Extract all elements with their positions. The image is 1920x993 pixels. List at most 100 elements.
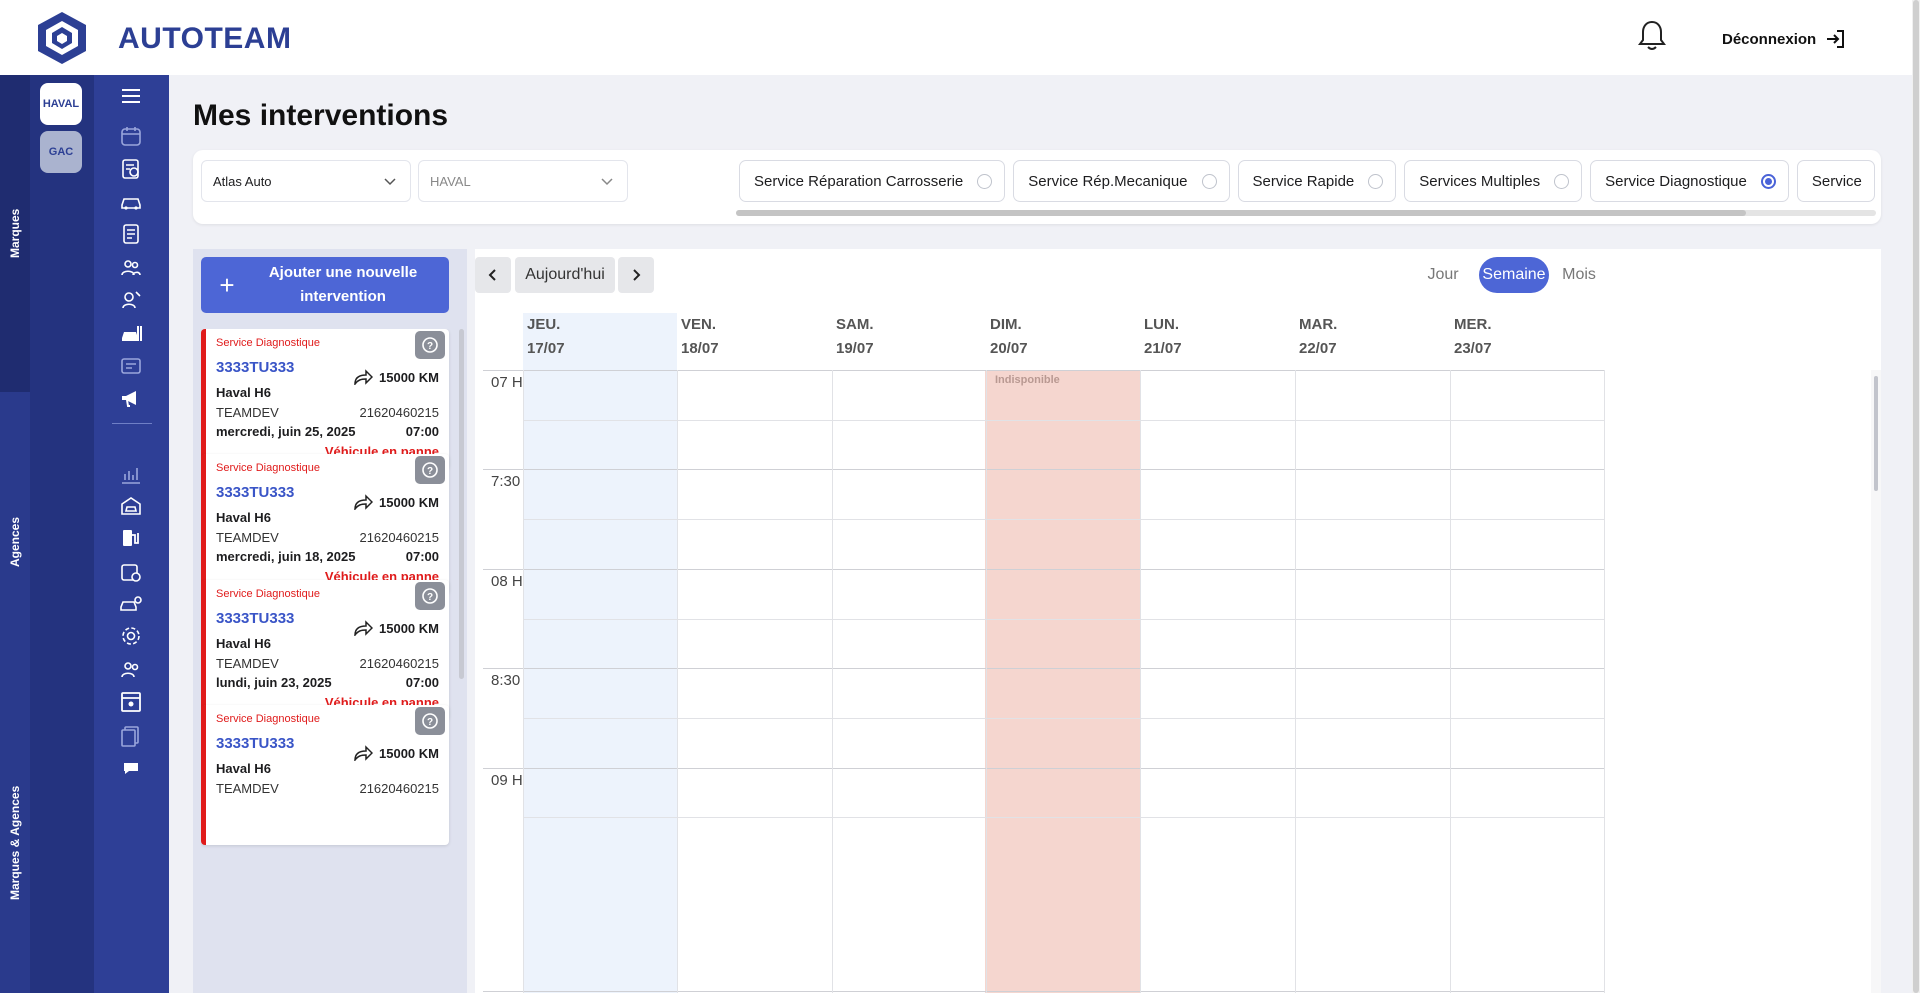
help-icon[interactable]: ? xyxy=(415,331,445,359)
intervention-card[interactable]: Service Diagnostique? 3333TU333 15000 KM Ha… xyxy=(201,329,449,469)
page-scrollbar[interactable] xyxy=(1912,0,1920,993)
day-header[interactable]: VEN. 18/07 xyxy=(681,313,719,361)
service-radio[interactable] xyxy=(1760,173,1776,189)
page-title: Mes interventions xyxy=(193,99,449,132)
day-date: 21/07 xyxy=(1144,340,1182,357)
fuel-pump-icon[interactable] xyxy=(118,525,144,551)
logout-button[interactable]: Déconnexion xyxy=(1722,28,1846,50)
calendar-refresh-icon[interactable] xyxy=(118,559,144,585)
share-arrow-icon xyxy=(354,620,374,636)
view-month-button[interactable]: Mois xyxy=(1555,257,1603,293)
service-chip[interactable]: Service Rép.Mecanique xyxy=(1013,160,1230,202)
brand-name: AUTOTEAM xyxy=(118,22,292,55)
gear-icon[interactable] xyxy=(118,623,144,649)
service-chip-label: Services Multiples xyxy=(1419,172,1541,190)
users-icon[interactable] xyxy=(118,255,144,281)
garage-icon[interactable] xyxy=(118,493,144,519)
menu-icon[interactable] xyxy=(118,83,144,109)
nav-divider xyxy=(112,423,152,424)
time-gridline xyxy=(523,817,1604,818)
card-km-value: 15000 KM xyxy=(379,494,439,510)
day-header[interactable]: MAR. 22/07 xyxy=(1299,313,1337,361)
brand-gac-button[interactable]: GAC xyxy=(40,131,82,173)
calendar-scrollbar[interactable] xyxy=(1874,376,1878,491)
day-name: VEN. xyxy=(681,316,717,333)
chat-icon[interactable] xyxy=(118,755,144,781)
card-model: Haval H6 xyxy=(216,636,271,651)
today-column-highlight xyxy=(523,313,677,993)
service-chips-scrollbar[interactable] xyxy=(736,210,1876,216)
invoice-icon[interactable] xyxy=(118,353,144,379)
service-chip[interactable]: Service Réparation Carrosserie xyxy=(739,160,1006,202)
service-chip[interactable]: Services Multiples xyxy=(1404,160,1583,202)
help-icon[interactable]: ? xyxy=(415,707,445,735)
add-intervention-button[interactable]: + Ajouter une nouvelle intervention xyxy=(201,257,449,313)
day-date: 19/07 xyxy=(836,340,874,357)
service-chip-label: Service Réparation Carrosserie xyxy=(754,172,964,190)
card-date: mercredi, juin 18, 2025 xyxy=(216,549,356,564)
documents-icon[interactable] xyxy=(118,723,144,749)
main-content: Mes interventions Atlas Auto HAVAL Servi… xyxy=(169,75,1912,993)
hour-label: 08 H xyxy=(491,572,523,590)
chevron-down-icon xyxy=(384,178,396,186)
id-card-icon[interactable] xyxy=(118,689,144,715)
section-rail: Marques Agences Marques & Agences xyxy=(0,75,30,993)
share-arrow-icon xyxy=(354,494,374,510)
day-header[interactable]: SAM. 19/07 xyxy=(836,313,874,361)
card-plate: 3333TU333 xyxy=(216,735,295,752)
intervention-card[interactable]: Service Diagnostique? 3333TU333 15000 KM Ha… xyxy=(201,454,449,594)
unavailable-day: Indisponible xyxy=(985,370,1140,993)
notification-bell-icon[interactable] xyxy=(1637,19,1667,53)
service-chip[interactable]: Service xyxy=(1796,160,1875,202)
today-button[interactable]: Aujourd'hui xyxy=(515,257,615,293)
service-chip[interactable]: Service Rapide xyxy=(1237,160,1397,202)
megaphone-icon[interactable] xyxy=(118,385,144,411)
day-header[interactable]: MER. 23/07 xyxy=(1454,313,1492,361)
rail-label-marques[interactable]: Marques xyxy=(0,75,30,392)
mechanic-icon[interactable] xyxy=(118,287,144,313)
card-phone: 21620460215 xyxy=(359,656,439,671)
car-icon[interactable] xyxy=(118,189,144,215)
service-radio[interactable] xyxy=(977,173,993,189)
view-day-button[interactable]: Jour xyxy=(1413,257,1473,293)
intervention-card[interactable]: Service Diagnostique? 3333TU333 15000 KM Ha… xyxy=(201,580,449,720)
day-header[interactable]: JEU. 17/07 xyxy=(527,313,565,361)
team-icon[interactable] xyxy=(118,657,144,683)
intervention-list-scrollbar[interactable] xyxy=(459,329,464,679)
car-settings-icon[interactable] xyxy=(118,591,144,617)
help-icon[interactable]: ? xyxy=(415,582,445,610)
day-header[interactable]: DIM. 20/07 xyxy=(990,313,1028,361)
day-header[interactable]: LUN. 21/07 xyxy=(1144,313,1182,361)
help-icon[interactable]: ? xyxy=(415,456,445,484)
brand-select[interactable]: HAVAL xyxy=(418,160,628,202)
service-radio[interactable] xyxy=(1554,173,1570,189)
service-radio[interactable] xyxy=(1368,173,1384,189)
svg-text:?: ? xyxy=(427,717,433,728)
hour-label: 07 H xyxy=(491,374,523,391)
time-gridline xyxy=(523,619,1604,620)
view-week-button[interactable]: Semaine xyxy=(1479,257,1549,293)
card-client: TEAMDEV xyxy=(216,656,279,671)
rail-label-marques-agences[interactable]: Marques & Agences xyxy=(0,692,30,993)
calendar-icon[interactable] xyxy=(118,123,144,149)
service-chip[interactable]: Service Diagnostique xyxy=(1590,160,1789,202)
card-plate: 3333TU333 xyxy=(216,610,295,627)
brand-haval-button[interactable]: HAVAL xyxy=(40,83,82,125)
brand-select-value: HAVAL xyxy=(430,173,471,189)
next-week-button[interactable] xyxy=(618,257,654,293)
prev-week-button[interactable] xyxy=(475,257,511,293)
service-radio[interactable] xyxy=(1201,173,1217,189)
agency-select[interactable]: Atlas Auto xyxy=(201,160,411,202)
card-km-value: 15000 KM xyxy=(379,745,439,761)
calendar: Aujourd'hui Jour Semaine Mois Indisponib… xyxy=(475,249,1881,993)
intervention-card[interactable]: Service Diagnostique? 3333TU333 15000 KM Ha… xyxy=(201,705,449,845)
car-wash-icon[interactable] xyxy=(118,321,144,347)
chart-icon[interactable] xyxy=(118,461,144,487)
checklist-icon[interactable] xyxy=(118,221,144,247)
card-service: Service Diagnostique xyxy=(216,462,320,474)
rail-label-agences[interactable]: Agences xyxy=(0,392,30,692)
svg-text:?: ? xyxy=(427,466,433,477)
clipboard-search-icon[interactable] xyxy=(118,156,144,182)
day-name: LUN. xyxy=(1144,316,1179,333)
brand-switcher: HAVAL GAC xyxy=(30,75,94,993)
